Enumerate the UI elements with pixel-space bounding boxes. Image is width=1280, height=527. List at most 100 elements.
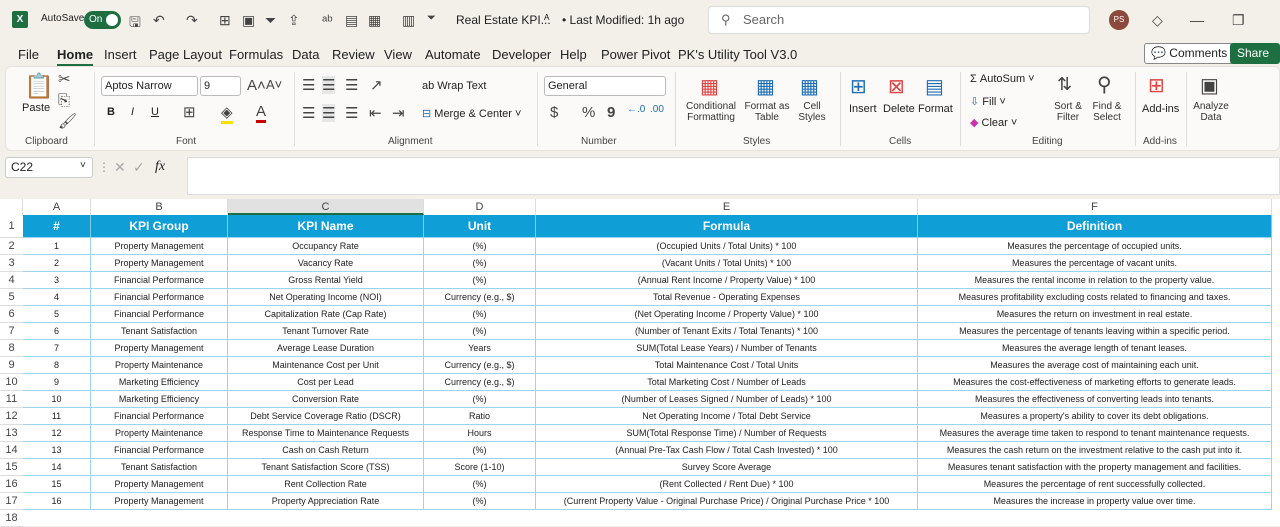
row-header[interactable]: 13 (0, 425, 23, 442)
name-box-dropdown-icon[interactable]: ˅ (80, 160, 86, 171)
tab-home[interactable]: Home (57, 47, 94, 66)
italic-button[interactable]: I (131, 106, 134, 118)
table-cell[interactable]: Measures tenant satisfaction with the pr… (918, 459, 1272, 476)
tab-view[interactable]: View (384, 47, 412, 62)
table-cell[interactable]: Measures profitability excluding costs r… (918, 289, 1272, 306)
table-cell[interactable]: Property Management (91, 493, 228, 510)
table-cell[interactable]: Measures the rental income in relation t… (918, 272, 1272, 289)
cut-icon[interactable]: ✂ (58, 70, 71, 88)
table-cell[interactable]: SUM(Total Response Time) / Number of Req… (536, 425, 918, 442)
increase-font-icon[interactable]: A˄ (247, 77, 266, 94)
table-cell[interactable]: Hours (424, 425, 536, 442)
table-cell[interactable]: 10 (23, 391, 91, 408)
table-cell[interactable]: Marketing Efficiency (91, 391, 228, 408)
format-painter-icon[interactable]: 🖌 (58, 112, 77, 130)
table-cell[interactable]: Measures the cost-effectiveness of marke… (918, 374, 1272, 391)
header-cell[interactable]: KPI Group (91, 215, 228, 238)
sort-filter-button[interactable]: Sort & Filter (1047, 101, 1089, 123)
underline-button[interactable]: U (151, 106, 159, 118)
tab-file[interactable]: File (18, 47, 39, 62)
wrap-text-button[interactable]: ab Wrap Text (422, 80, 486, 92)
table-cell[interactable]: Measures the average time taken to respo… (918, 425, 1272, 442)
font-size-select[interactable]: 9 (200, 76, 241, 96)
cell-styles-button[interactable]: Cell Styles (792, 101, 832, 123)
table-cell[interactable]: Property Appreciation Rate (228, 493, 424, 510)
format-table-icon[interactable]: ▦ (756, 74, 775, 99)
row-header[interactable]: 1 (0, 215, 23, 238)
paste-icon[interactable]: 📋 (24, 72, 54, 101)
tab-insert[interactable]: Insert (104, 47, 137, 62)
calculator2-icon[interactable]: ▥ (402, 12, 415, 29)
table-cell[interactable]: Tenant Satisfaction (91, 323, 228, 340)
spelling-icon[interactable]: ᵃᵇ (322, 12, 333, 28)
fill-button[interactable]: ⇩ Fill ˅ (970, 95, 1006, 108)
table-cell[interactable]: Tenant Satisfaction Score (TSS) (228, 459, 424, 476)
addins-button[interactable]: Add-ins (1142, 103, 1179, 115)
row-header[interactable]: 14 (0, 442, 23, 459)
find-select-icon[interactable]: ⚲ (1097, 72, 1112, 97)
delete-cells-icon[interactable]: ⊠ (888, 74, 905, 99)
table-cell[interactable]: (%) (424, 238, 536, 255)
table-cell[interactable]: Property Maintenance (91, 357, 228, 374)
table-cell[interactable]: Cost per Lead (228, 374, 424, 391)
column-header[interactable]: D (424, 199, 536, 215)
decrease-indent-icon[interactable]: ⇤ (369, 104, 382, 122)
table-cell[interactable]: 3 (23, 272, 91, 289)
table-cell[interactable]: Capitalization Rate (Cap Rate) (228, 306, 424, 323)
header-cell[interactable]: Unit (424, 215, 536, 238)
align-top-icon[interactable]: ☰ (302, 76, 315, 94)
format-as-table-button[interactable]: Format as Table (742, 101, 792, 123)
table-cell[interactable]: Measures a property's ability to cover i… (918, 408, 1272, 425)
font-color-icon[interactable]: A (256, 103, 267, 123)
table-cell[interactable]: 13 (23, 442, 91, 459)
table-cell[interactable]: Marketing Efficiency (91, 374, 228, 391)
select-all-corner[interactable] (0, 199, 23, 215)
row-header[interactable]: 4 (0, 272, 23, 289)
column-header[interactable]: C (228, 199, 424, 215)
diamond-icon[interactable]: ◇ (1152, 12, 1163, 29)
cell-styles-icon[interactable]: ▦ (800, 74, 819, 99)
analyze-data-button[interactable]: Analyze Data (1190, 101, 1232, 123)
table-cell[interactable]: (%) (424, 442, 536, 459)
autosave-toggle[interactable]: On (84, 11, 121, 29)
increase-indent-icon[interactable]: ⇥ (392, 104, 405, 122)
redo-icon[interactable]: ↷ (186, 12, 198, 29)
tab-page-layout[interactable]: Page Layout (149, 47, 222, 62)
copy-icon[interactable]: ⎘ (58, 92, 70, 109)
table-cell[interactable]: Cash on Cash Return (228, 442, 424, 459)
table-cell[interactable]: Property Management (91, 255, 228, 272)
table-cell[interactable]: Years (424, 340, 536, 357)
table-cell[interactable]: Debt Service Coverage Ratio (DSCR) (228, 408, 424, 425)
tab-pk-utility[interactable]: PK's Utility Tool V3.0 (678, 47, 797, 62)
table-cell[interactable]: Tenant Satisfaction (91, 459, 228, 476)
find-select-button[interactable]: Find & Select (1086, 101, 1128, 123)
table-cell[interactable]: Gross Rental Yield (228, 272, 424, 289)
insert-function-button[interactable]: fx (155, 159, 165, 175)
clear-button[interactable]: ◆ Clear ˅ (970, 116, 1017, 129)
table-cell[interactable]: Total Revenue - Operating Expenses (536, 289, 918, 306)
table-cell[interactable]: 12 (23, 425, 91, 442)
table-cell[interactable]: SUM(Total Lease Years) / Number of Tenan… (536, 340, 918, 357)
table-cell[interactable]: Property Management (91, 238, 228, 255)
format-button[interactable]: Format (918, 103, 953, 115)
table-cell[interactable]: (%) (424, 391, 536, 408)
increase-decimal-icon[interactable]: ←.0 (627, 104, 645, 115)
table-cell[interactable]: 16 (23, 493, 91, 510)
table-cell[interactable]: (%) (424, 255, 536, 272)
row-header[interactable]: 15 (0, 459, 23, 476)
conditional-formatting-button[interactable]: Conditional Formatting (680, 101, 742, 123)
number-format-select[interactable]: General (544, 76, 666, 96)
row-header[interactable]: 8 (0, 340, 23, 357)
table-cell[interactable]: Total Maintenance Cost / Total Units (536, 357, 918, 374)
table-cell[interactable]: Currency (e.g., $) (424, 289, 536, 306)
row-header[interactable]: 10 (0, 374, 23, 391)
format-cells-icon[interactable]: ▤ (925, 74, 944, 99)
calculator-icon[interactable]: ▦ (368, 12, 381, 29)
cancel-icon[interactable]: ✕ (114, 159, 126, 176)
align-right-icon[interactable]: ☰ (345, 104, 358, 122)
restore-icon[interactable]: ❐ (1232, 12, 1245, 29)
table-cell[interactable]: Tenant Turnover Rate (228, 323, 424, 340)
table-cell[interactable]: Financial Performance (91, 442, 228, 459)
table-cell[interactable]: (Number of Leases Signed / Number of Lea… (536, 391, 918, 408)
table-cell[interactable]: 11 (23, 408, 91, 425)
